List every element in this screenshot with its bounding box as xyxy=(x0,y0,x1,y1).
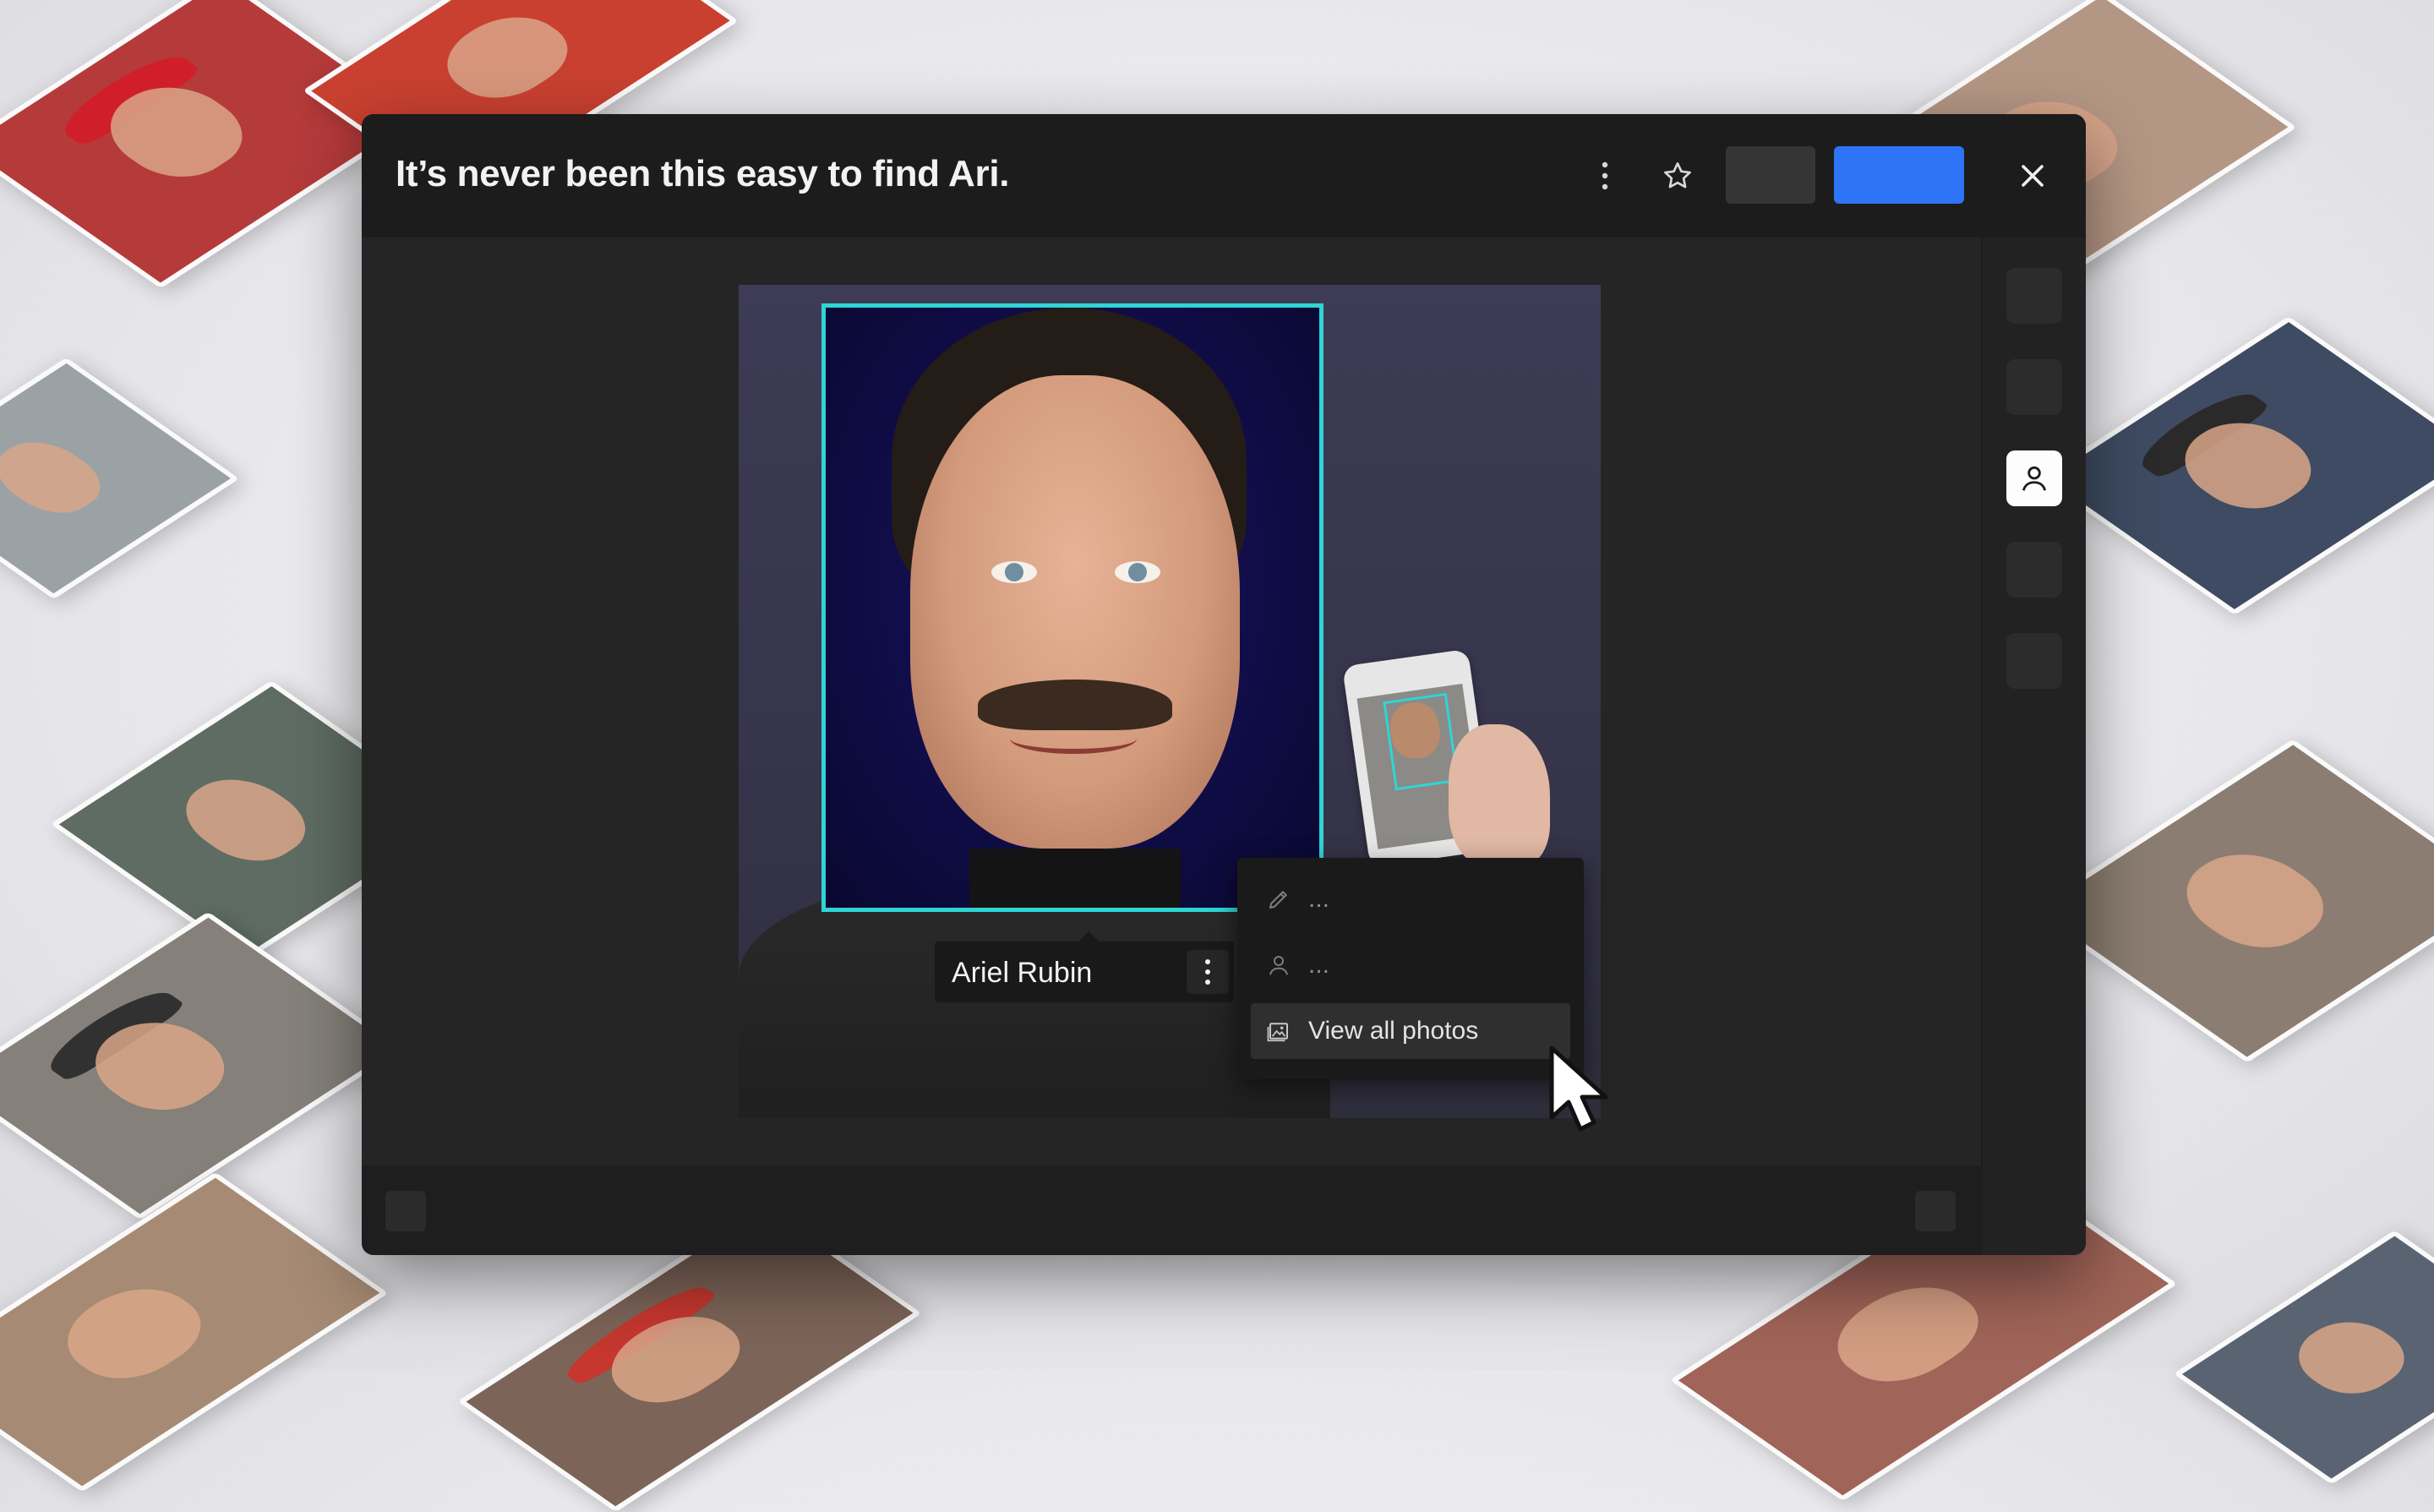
sidebar-button[interactable] xyxy=(2006,268,2062,324)
face-detection-box[interactable] xyxy=(821,303,1323,912)
face-name-tag[interactable]: Ariel Rubin xyxy=(935,931,1234,1002)
subject-mouth xyxy=(1010,723,1137,754)
menu-item-label: ... xyxy=(1308,885,1330,913)
subject-eye xyxy=(1115,561,1160,583)
menu-item-label: View all photos xyxy=(1308,1017,1479,1045)
background-photo xyxy=(2029,739,2434,1063)
background-photo xyxy=(0,1171,389,1493)
subject-eye xyxy=(991,561,1037,583)
star-icon xyxy=(1664,162,1691,188)
close-icon xyxy=(2022,165,2044,187)
menu-item-label: ... xyxy=(1308,951,1330,979)
modal-header: It’s never been this easy to find Ari. xyxy=(362,114,2086,237)
menu-item-person[interactable]: ... xyxy=(1251,937,1570,993)
modal-footer xyxy=(362,1165,1983,1255)
photo-viewer-modal: It’s never been this easy to find Ari. A… xyxy=(362,114,2086,1255)
background-photo xyxy=(2038,316,2434,615)
favorite-button[interactable] xyxy=(1656,155,1699,197)
subject-collar xyxy=(969,849,1181,908)
vertical-ellipsis-icon xyxy=(1602,161,1608,190)
close-button[interactable] xyxy=(2011,155,2054,197)
pencil-icon xyxy=(1264,885,1293,914)
background-photo xyxy=(0,911,404,1220)
sidebar-button[interactable] xyxy=(2006,542,2062,598)
footer-right-button[interactable] xyxy=(1915,1191,1956,1231)
sidebar-button[interactable] xyxy=(2006,359,2062,415)
face-context-menu: ... ... View all photos xyxy=(1237,858,1584,1079)
menu-item-view-all-photos[interactable]: View all photos xyxy=(1251,1003,1570,1059)
background-photo xyxy=(2173,1230,2434,1485)
sidebar-button[interactable] xyxy=(2006,633,2062,689)
menu-item-edit[interactable]: ... xyxy=(1251,871,1570,927)
person-icon xyxy=(1264,951,1293,980)
hand xyxy=(1449,724,1550,868)
vertical-ellipsis-icon xyxy=(1205,959,1210,985)
subject-face xyxy=(910,375,1240,849)
secondary-face-box[interactable] xyxy=(1383,692,1460,791)
mouse-pointer-icon xyxy=(1549,1045,1608,1132)
subject-mustache xyxy=(978,680,1172,730)
person-icon xyxy=(2022,466,2047,491)
background-photo xyxy=(0,0,425,289)
name-tag-options-button[interactable] xyxy=(1187,950,1229,994)
person-name: Ariel Rubin xyxy=(952,957,1093,989)
photos-icon xyxy=(1264,1017,1293,1045)
primary-action-button[interactable] xyxy=(1834,146,1964,204)
background-photo xyxy=(0,357,240,600)
right-sidebar xyxy=(1981,237,2086,1255)
modal-title: It’s never been this easy to find Ari. xyxy=(396,153,1010,194)
more-options-button[interactable] xyxy=(1584,155,1626,197)
sidebar-button-people[interactable] xyxy=(2006,450,2062,506)
footer-left-button[interactable] xyxy=(385,1191,426,1231)
secondary-action-button[interactable] xyxy=(1726,146,1815,204)
